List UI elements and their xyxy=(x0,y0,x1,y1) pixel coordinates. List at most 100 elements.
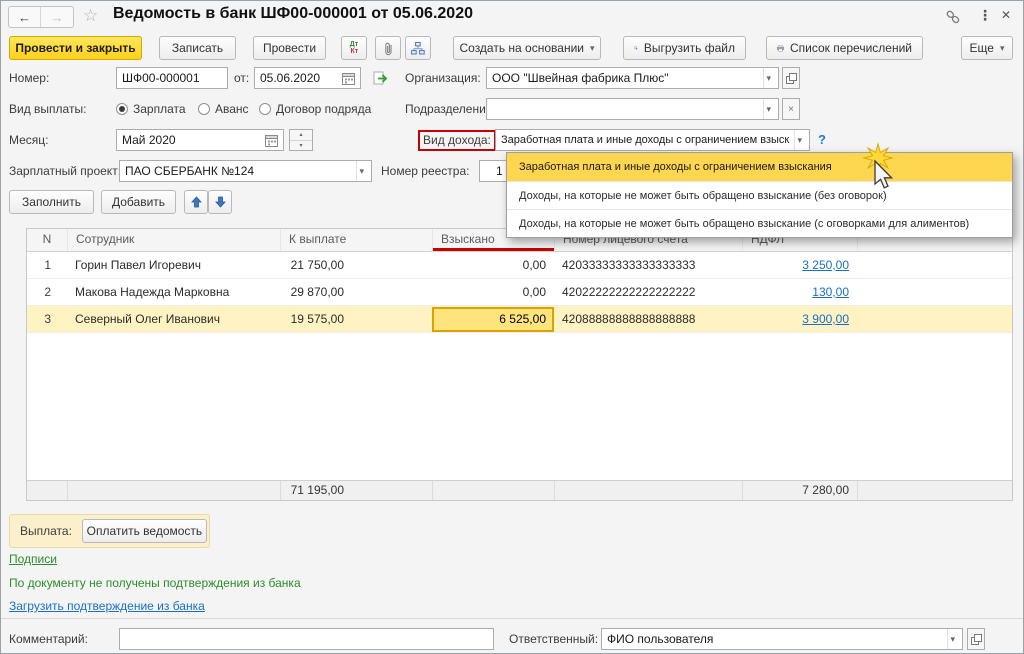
cell-withheld-editing[interactable]: 6 525,00 xyxy=(432,307,554,332)
open-icon xyxy=(971,634,982,645)
calendar-icon[interactable] xyxy=(342,72,355,85)
dropdown-item-selected[interactable]: Заработная плата и иные доходы с огранич… xyxy=(507,153,1012,181)
favorite-star-icon[interactable]: ☆ xyxy=(83,6,98,26)
header-n[interactable]: N xyxy=(27,229,67,251)
radio-salary-label[interactable]: Зарплата xyxy=(133,98,186,120)
ndfl-link[interactable]: 3 250,00 xyxy=(802,258,849,272)
cell-employee[interactable]: Северный Олег Иванович xyxy=(67,306,280,332)
arrow-down-icon xyxy=(215,196,226,208)
date-label: от: xyxy=(234,67,249,89)
cell-account[interactable]: 42022222222222222222 xyxy=(554,279,742,305)
chevron-down-icon[interactable]: ▾ xyxy=(763,68,773,88)
cell-to-pay[interactable]: 19 575,00 xyxy=(280,306,432,332)
total-to-pay: 71 195,00 xyxy=(280,481,432,500)
date-input[interactable]: 05.06.2020 xyxy=(254,67,361,89)
dropdown-item[interactable]: Доходы, на которые не может быть обращен… xyxy=(507,181,1012,209)
payment-kind-label: Вид выплаты: xyxy=(9,98,86,120)
paperclip-icon xyxy=(383,41,394,56)
ndfl-link[interactable]: 3 900,00 xyxy=(802,312,849,326)
signatures-link[interactable]: Подписи xyxy=(9,552,57,566)
clear-department-button[interactable]: × xyxy=(782,98,800,120)
radio-contract-label[interactable]: Договор подряда xyxy=(276,98,371,120)
chevron-down-icon[interactable]: ▾ xyxy=(947,629,957,649)
open-icon xyxy=(786,73,797,84)
create-based-on-button[interactable]: Создать на основании ▾ xyxy=(453,36,601,60)
header-employee[interactable]: Сотрудник xyxy=(67,229,280,251)
income-kind-combo[interactable]: Заработная плата и иные доходы с огранич… xyxy=(495,129,810,151)
help-link[interactable]: ? xyxy=(818,129,826,151)
pay-statement-button[interactable]: Оплатить ведомость xyxy=(82,519,207,543)
header-to-pay[interactable]: К выплате xyxy=(280,229,432,251)
table-row[interactable]: 2 Макова Надежда Марковна 29 870,00 0,00… xyxy=(27,279,1012,306)
divider xyxy=(1,618,1023,619)
number-input[interactable]: ШФ00-000001 xyxy=(116,67,228,89)
chevron-down-icon: ▾ xyxy=(590,43,595,54)
cell-account[interactable]: 42033333333333333333 xyxy=(554,252,742,278)
radio-contract[interactable] xyxy=(259,103,271,115)
load-confirmation-link[interactable]: Загрузить подтверждение из банка xyxy=(9,599,205,613)
more-button[interactable]: Еще ▾ xyxy=(961,36,1013,60)
radio-advance[interactable] xyxy=(198,103,210,115)
post-button[interactable]: Провести xyxy=(253,36,326,60)
number-label: Номер: xyxy=(9,67,49,89)
income-kind-dropdown: Заработная плата и иные доходы с огранич… xyxy=(506,152,1013,238)
cell-employee[interactable]: Макова Надежда Марковна xyxy=(67,279,280,305)
cell-to-pay[interactable]: 21 750,00 xyxy=(280,252,432,278)
month-spinner[interactable]: ▴ ▾ xyxy=(289,129,313,151)
salary-project-label: Зарплатный проект: xyxy=(9,160,121,182)
add-button[interactable]: Добавить xyxy=(101,190,176,214)
open-organization-button[interactable] xyxy=(782,67,800,89)
chevron-down-icon[interactable]: ▾ xyxy=(763,99,773,119)
transfer-list-button[interactable]: Список перечислений xyxy=(766,36,923,60)
ndfl-link[interactable]: 130,00 xyxy=(812,285,849,299)
dropdown-item[interactable]: Доходы, на которые не может быть обращен… xyxy=(507,209,1012,237)
kebab-menu-icon[interactable]: ⋮ xyxy=(978,7,992,24)
chevron-down-icon[interactable]: ▾ xyxy=(356,161,366,181)
registry-number-label: Номер реестра: xyxy=(381,160,469,182)
chevron-down-icon: ▾ xyxy=(1000,43,1005,54)
total-ndfl: 7 280,00 xyxy=(742,481,857,500)
export-file-icon xyxy=(634,41,638,55)
close-icon[interactable]: ✕ xyxy=(1001,8,1011,22)
back-button[interactable]: ← xyxy=(9,7,41,27)
export-file-button[interactable]: Выгрузить файл xyxy=(623,36,746,60)
organization-combo[interactable]: ООО "Швейная фабрика Плюс" ▾ xyxy=(486,67,779,89)
comment-input[interactable] xyxy=(119,628,494,650)
income-kind-label: Вид дохода: xyxy=(418,130,496,151)
calendar-icon[interactable] xyxy=(265,134,278,147)
fill-button[interactable]: Заполнить xyxy=(9,190,94,214)
attach-button[interactable] xyxy=(375,36,401,60)
radio-salary[interactable] xyxy=(116,103,128,115)
dtkt-button[interactable]: ДтКт xyxy=(341,36,367,60)
spin-down-icon[interactable]: ▾ xyxy=(290,141,312,151)
responsible-combo[interactable]: ФИО пользователя ▾ xyxy=(601,628,963,650)
page-title: Ведомость в банк ШФ00-000001 от 05.06.20… xyxy=(113,5,473,23)
mouse-cursor xyxy=(851,139,903,202)
goto-icon[interactable] xyxy=(373,71,390,91)
open-responsible-button[interactable] xyxy=(967,628,985,650)
table-row[interactable]: 1 Горин Павел Игоревич 21 750,00 0,00 42… xyxy=(27,252,1012,279)
radio-advance-label[interactable]: Аванс xyxy=(215,98,249,120)
month-input[interactable]: Май 2020 xyxy=(116,129,284,151)
structure-icon xyxy=(411,42,425,55)
chevron-down-icon[interactable]: ▾ xyxy=(794,130,804,150)
printer-icon xyxy=(777,42,784,55)
post-and-close-button[interactable]: Провести и закрыть xyxy=(9,36,142,60)
get-link-icon[interactable] xyxy=(945,9,961,30)
cell-to-pay[interactable]: 29 870,00 xyxy=(280,279,432,305)
forward-button[interactable]: → xyxy=(41,7,73,27)
cell-withheld[interactable]: 0,00 xyxy=(432,252,554,278)
cell-account[interactable]: 42088888888888888888 xyxy=(554,306,742,332)
salary-project-combo[interactable]: ПАО СБЕРБАНК №124 ▾ xyxy=(119,160,372,182)
move-down-button[interactable] xyxy=(208,190,232,214)
department-combo[interactable]: ▾ xyxy=(486,98,779,120)
save-button[interactable]: Записать xyxy=(159,36,236,60)
related-docs-button[interactable] xyxy=(405,36,431,60)
move-up-button[interactable] xyxy=(184,190,208,214)
payment-label: Выплата: xyxy=(20,520,72,542)
spin-up-icon[interactable]: ▴ xyxy=(290,130,312,141)
dtkt-icon: ДтКт xyxy=(350,41,358,55)
table-row-selected[interactable]: 3 Северный Олег Иванович 19 575,00 6 525… xyxy=(27,306,1012,333)
cell-employee[interactable]: Горин Павел Игоревич xyxy=(67,252,280,278)
cell-withheld[interactable]: 0,00 xyxy=(432,279,554,305)
